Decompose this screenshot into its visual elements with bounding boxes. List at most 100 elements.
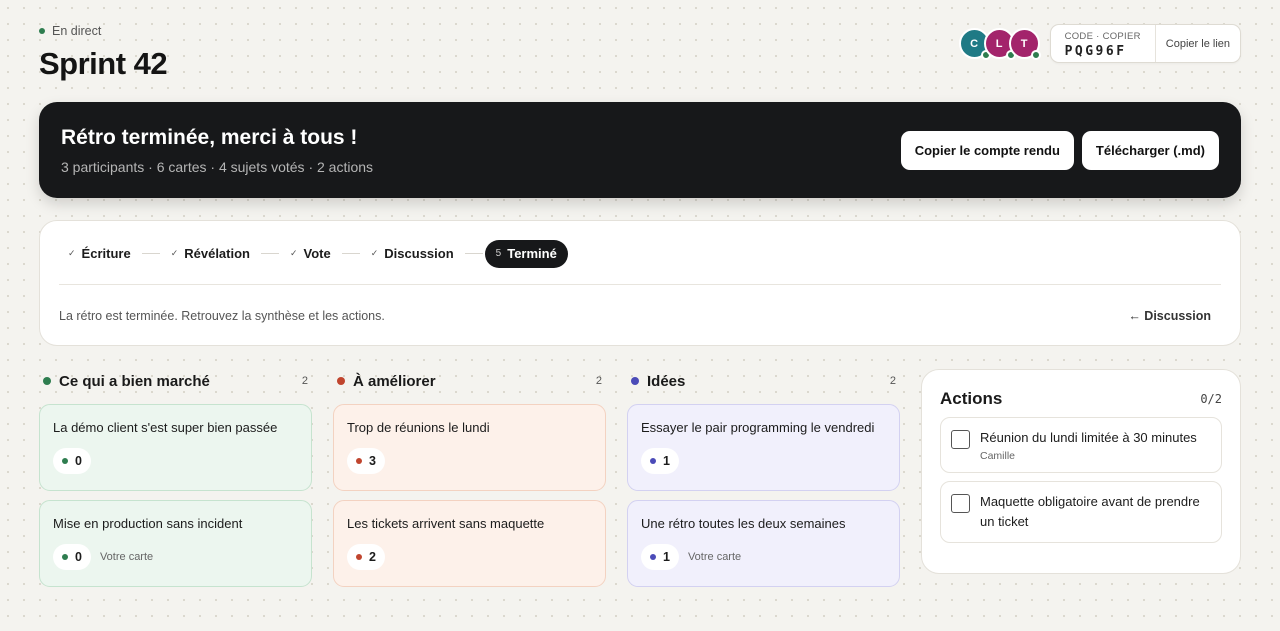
action-text: Maquette obligatoire avant de prendre un… [980, 494, 1200, 529]
check-icon: ✓ [289, 248, 298, 258]
step-separator [141, 253, 160, 254]
own-card-label: Votre carte [99, 551, 154, 563]
step-label: Révélation [184, 246, 250, 261]
session-code[interactable]: CODE · COPIER PQG96F [1051, 25, 1155, 62]
avatar-initial: T [1020, 37, 1028, 50]
completion-banner: Rétro terminée, merci à tous ! 3 partici… [39, 102, 1241, 198]
download-md-button[interactable]: Télécharger (.md) [1081, 131, 1219, 170]
column-header: À améliorer 2 [333, 370, 606, 392]
card-footer: 3 [347, 448, 592, 474]
retro-card[interactable]: Une rétro toutes les deux semaines 1 Vot… [627, 500, 900, 587]
back-to-discussion-button[interactable]: ← Discussion [1128, 309, 1211, 323]
column-count: 2 [595, 375, 602, 387]
session-code-box: CODE · COPIER PQG96F Copier le lien [1049, 24, 1241, 63]
vote-count-button[interactable]: 0 [53, 544, 91, 570]
vote-dot [62, 554, 68, 560]
live-status: En direct [52, 24, 102, 38]
session-header: En direct Sprint 42 [39, 24, 168, 82]
card-text: Mise en production sans incident [53, 516, 243, 531]
vote-count-button[interactable]: 3 [347, 448, 385, 474]
own-card-label: Votre carte [687, 551, 742, 563]
retro-card[interactable]: La démo client s'est super bien passée 0 [39, 404, 312, 491]
online-status-dot [1030, 50, 1041, 60]
step-label: Terminé [507, 246, 557, 261]
card-text: Les tickets arrivent sans maquette [347, 516, 545, 531]
session-code-value: PQG96F [1064, 43, 1127, 59]
retro-card[interactable]: Mise en production sans incident 0 Votre… [39, 500, 312, 587]
actions-header: Actions 0/2 [940, 389, 1222, 409]
column-went-well: Ce qui a bien marché 2 La démo client s'… [39, 370, 312, 596]
actions-panel: Actions 0/2 Réunion du lundi limitée à 3… [921, 369, 1241, 574]
actions-progress: 0/2 [1200, 392, 1222, 406]
action-owner: Camille [980, 450, 1016, 462]
step-separator [260, 253, 279, 254]
action-checkbox[interactable] [951, 430, 970, 449]
phase-message-row: La rétro est terminée. Retrouvez la synt… [59, 285, 1221, 345]
avatar-initial: C [970, 37, 979, 50]
action-item: Maquette obligatoire avant de prendre un… [940, 481, 1222, 543]
column-title: Ce qui a bien marché [59, 372, 210, 390]
vote-dot [356, 458, 362, 464]
step-done[interactable]: 5 Terminé [484, 239, 568, 268]
step-reveal[interactable]: ✓ Révélation [162, 240, 259, 268]
retro-card[interactable]: Essayer le pair programming le vendredi … [627, 404, 900, 491]
banner-actions: Copier le compte rendu Télécharger (.md) [900, 131, 1219, 170]
action-item: Réunion du lundi limitée à 30 minutes Ca… [940, 417, 1222, 473]
session-tools: C L T CODE · COPIER PQG96F Copier le lie… [958, 24, 1241, 63]
avatar[interactable]: T [1008, 28, 1041, 60]
card-text: Trop de réunions le lundi [347, 420, 490, 435]
vote-count-button[interactable]: 1 [641, 448, 679, 474]
step-number: 5 [495, 248, 502, 259]
page-title: Sprint 42 [39, 46, 168, 81]
check-icon: ✓ [170, 248, 179, 258]
actions-title: Actions [940, 389, 1003, 408]
vote-count: 2 [369, 550, 376, 564]
card-text: La démo client s'est super bien passée [53, 420, 278, 435]
step-label: Écriture [81, 246, 131, 261]
action-checkbox[interactable] [951, 494, 970, 513]
vote-dot [62, 458, 68, 464]
vote-dot [650, 554, 656, 560]
column-dot [337, 377, 345, 385]
avatar-initial: L [995, 37, 1003, 50]
vote-count: 1 [663, 550, 670, 564]
copy-report-button[interactable]: Copier le compte rendu [900, 131, 1074, 170]
card-text: Une rétro toutes les deux semaines [641, 516, 846, 531]
vote-count-button[interactable]: 1 [641, 544, 679, 570]
column-count: 2 [889, 375, 896, 387]
live-indicator: En direct [39, 24, 167, 38]
step-writing[interactable]: ✓ Écriture [59, 240, 140, 268]
step-discussion[interactable]: ✓ Discussion [362, 240, 463, 268]
retro-card[interactable]: Les tickets arrivent sans maquette 2 [333, 500, 606, 587]
column-to-improve: À améliorer 2 Trop de réunions le lundi … [333, 370, 606, 596]
column-title: À améliorer [353, 372, 436, 390]
vote-count: 0 [75, 454, 82, 468]
action-text: Réunion du lundi limitée à 30 minutes [980, 430, 1197, 445]
card-text: Essayer le pair programming le vendredi [641, 420, 875, 435]
step-vote[interactable]: ✓ Vote [281, 240, 340, 268]
vote-dot [356, 554, 362, 560]
vote-count: 0 [75, 550, 82, 564]
retro-card[interactable]: Trop de réunions le lundi 3 [333, 404, 606, 491]
step-separator [464, 253, 483, 254]
card-footer: 0 Votre carte [53, 544, 298, 570]
column-title: Idées [647, 372, 686, 390]
column-header: Idées 2 [627, 370, 900, 392]
column-dot [631, 377, 639, 385]
participant-avatars: C L T [958, 28, 1041, 60]
session-code-label: CODE · COPIER [1064, 30, 1141, 42]
check-icon: ✓ [370, 248, 379, 258]
card-footer: 0 [53, 448, 298, 474]
vote-count: 3 [369, 454, 376, 468]
column-count: 2 [301, 375, 308, 387]
check-icon: ✓ [68, 248, 76, 258]
vote-count: 1 [663, 454, 670, 468]
vote-count-button[interactable]: 0 [53, 448, 91, 474]
card-footer: 1 Votre carte [641, 544, 886, 570]
step-label: Vote [303, 246, 331, 261]
vote-count-button[interactable]: 2 [347, 544, 385, 570]
column-header: Ce qui a bien marché 2 [39, 370, 312, 392]
live-dot [39, 28, 45, 34]
copy-link-button[interactable]: Copier le lien [1154, 25, 1240, 62]
column-dot [43, 377, 51, 385]
